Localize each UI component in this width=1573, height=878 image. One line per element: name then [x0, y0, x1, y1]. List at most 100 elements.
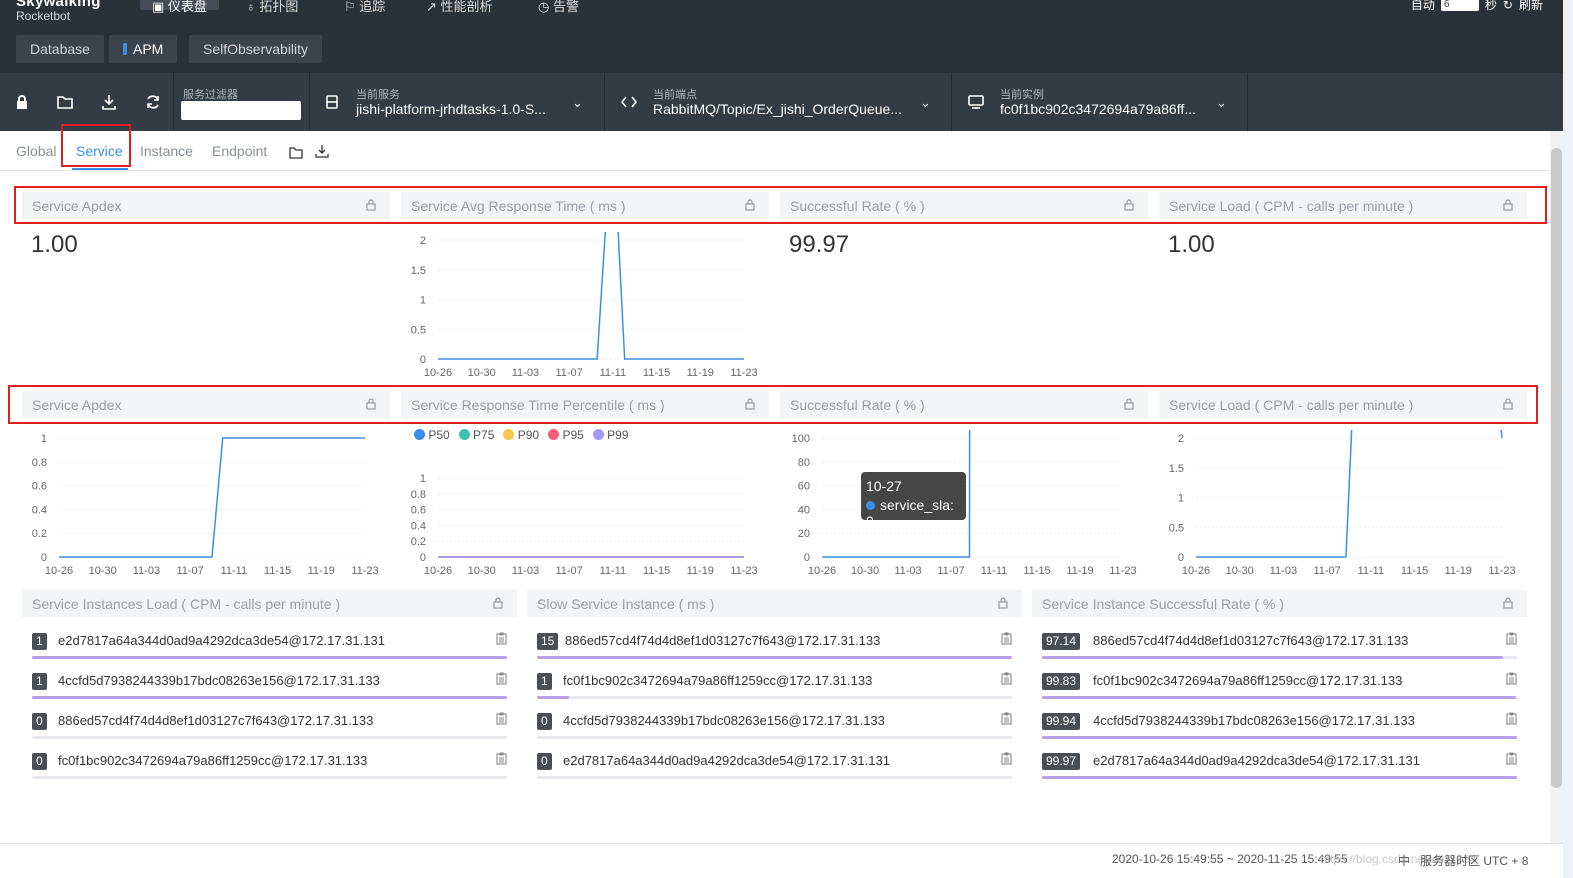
list-item[interactable]: 99.94 4ccfd5d7938244339b17bdc08263e156@17… — [1042, 708, 1517, 742]
instance-name: e2d7817a64a344d0ad9a4292dca3de54@172.17.… — [58, 633, 385, 648]
panel-header-apdex-2: Service Apdex — [22, 391, 390, 418]
tab-global[interactable]: Global — [16, 143, 56, 159]
tab-apm[interactable]: APM — [109, 35, 178, 63]
list-item[interactable]: 97.14 886ed57cd4f74d4d8ef1d03127c7f643@17… — [1042, 628, 1517, 662]
panel-header-load-2: Service Load ( CPM - calls per minute ) — [1159, 391, 1527, 418]
lock-icon[interactable] — [366, 198, 376, 214]
series-line — [59, 437, 365, 558]
folder-icon[interactable] — [55, 92, 75, 112]
lock-icon[interactable] — [1503, 397, 1513, 413]
scrollbar-thumb[interactable] — [1551, 148, 1562, 788]
list-item[interactable]: 1 4ccfd5d7938244339b17bdc08263e156@172.17… — [32, 668, 507, 702]
legend-p50[interactable]: P50 — [414, 428, 450, 442]
y-tick-label: 40 — [798, 504, 810, 516]
y-tick-label: 0.4 — [411, 520, 426, 532]
x-tick-label: 11-19 — [308, 565, 335, 577]
list-item[interactable]: 15 886ed57cd4f74d4d8ef1d03127c7f643@172.1… — [537, 628, 1012, 662]
clipboard-icon[interactable] — [1506, 712, 1517, 730]
y-tick-label: 0.2 — [411, 536, 426, 548]
reload-icon[interactable] — [143, 92, 163, 112]
tab-database[interactable]: Database — [16, 35, 104, 63]
endpoint-label: 当前端点 — [653, 89, 697, 101]
nav-topology[interactable]: ♁ 拓扑图 — [246, 0, 298, 15]
list-item[interactable]: 1 e2d7817a64a344d0ad9a4292dca3de54@172.17… — [32, 628, 507, 662]
server-icon — [966, 92, 986, 112]
clipboard-icon[interactable] — [1506, 672, 1517, 690]
clipboard-icon[interactable] — [1001, 632, 1012, 650]
refresh-icon[interactable]: ↻ — [1503, 0, 1513, 12]
nav-alarm[interactable]: ◷ 告警 — [538, 0, 579, 15]
clipboard-icon[interactable] — [1001, 672, 1012, 690]
list-item[interactable]: 99.97 e2d7817a64a344d0ad9a4292dca3de54@17… — [1042, 748, 1517, 782]
instance-name: fc0f1bc902c3472694a79a86ff1259cc@172.17.… — [58, 753, 368, 768]
auto-label: 自动 — [1410, 0, 1435, 12]
lock-icon[interactable] — [998, 596, 1008, 612]
trace-icon: ⚐ — [344, 0, 360, 14]
x-tick-label: 11-03 — [512, 367, 539, 379]
load-value: 1.00 — [1168, 231, 1215, 258]
timezone[interactable]: 中 服务器时区 UTC + 8 — [1398, 852, 1528, 869]
nav-trace[interactable]: ⚐ 追踪 — [344, 0, 385, 15]
tab-instance[interactable]: Instance — [140, 143, 193, 159]
auto-interval-input[interactable]: 6 — [1440, 0, 1479, 11]
list-item[interactable]: 0 886ed57cd4f74d4d8ef1d03127c7f643@172.17… — [32, 708, 507, 742]
list-item[interactable]: 1 fc0f1bc902c3472694a79a86ff1259cc@172.17… — [537, 668, 1012, 702]
language-toggle[interactable]: 中 — [1398, 854, 1410, 868]
lock-icon[interactable] — [12, 92, 32, 112]
lock-icon[interactable] — [1124, 198, 1134, 214]
lock-icon[interactable] — [493, 596, 503, 612]
legend-p75[interactable]: P75 — [458, 428, 494, 442]
x-tick-label: 10-26 — [424, 367, 452, 379]
clipboard-icon[interactable] — [1001, 752, 1012, 770]
download-icon[interactable] — [99, 92, 119, 112]
refresh-label[interactable]: 刷新 — [1519, 0, 1543, 13]
lock-icon[interactable] — [1503, 596, 1513, 612]
clipboard-icon[interactable] — [1506, 752, 1517, 770]
tab-service[interactable]: Service — [76, 143, 123, 159]
clipboard-icon[interactable] — [496, 632, 507, 650]
brand-subtitle: Rocketbot — [16, 9, 71, 23]
clipboard-icon[interactable] — [1001, 712, 1012, 730]
progress-track — [537, 736, 1012, 739]
toolbar: 服务过滤器 当前服务 jishi-platform-jrhdtasks-1.0-… — [0, 73, 1563, 131]
list-item[interactable]: 0 fc0f1bc902c3472694a79a86ff1259cc@172.17… — [32, 748, 507, 782]
series-line — [1196, 430, 1503, 558]
lock-icon[interactable] — [366, 397, 376, 413]
nav-profile[interactable]: ↗ 性能剖析 — [426, 0, 493, 15]
filter-label: 服务过滤器 — [183, 89, 238, 101]
progress-fill — [1042, 656, 1504, 659]
separator — [604, 73, 605, 131]
clipboard-icon[interactable] — [496, 672, 507, 690]
download-icon[interactable] — [315, 144, 329, 163]
clipboard-icon[interactable] — [496, 712, 507, 730]
x-tick-label: 11-03 — [512, 565, 539, 577]
tab-endpoint[interactable]: Endpoint — [212, 143, 267, 159]
tab-selfobservability[interactable]: SelfObservability — [189, 35, 323, 63]
avg-response-chart: 0 0.5 1 1.5 2 10-26 10-30 11-03 11-07 11-11 11-15 1… — [411, 232, 758, 379]
legend-p90[interactable]: P90 — [503, 428, 539, 442]
view-tabs: Global Service Instance Endpoint — [0, 131, 1563, 171]
lock-icon[interactable] — [1124, 397, 1134, 413]
instance-name: 4ccfd5d7938244339b17bdc08263e156@172.17.… — [1093, 713, 1415, 728]
lock-icon[interactable] — [745, 198, 755, 214]
lock-icon[interactable] — [1503, 198, 1513, 214]
value-badge: 99.94 — [1042, 713, 1081, 730]
x-tick-label: 11-11 — [1358, 565, 1385, 577]
legend-p99[interactable]: P99 — [592, 428, 629, 442]
clipboard-icon[interactable] — [1506, 632, 1517, 650]
value-badge: 99.83 — [1042, 673, 1081, 690]
value-badge: 99.97 — [1042, 753, 1081, 770]
list-item[interactable]: 99.83 fc0f1bc902c3472694a79a86ff1259cc@17… — [1042, 668, 1517, 702]
panel-header-list: Service Instance Successful Rate ( % ) — [1032, 590, 1527, 617]
list-item[interactable]: 0 e2d7817a64a344d0ad9a4292dca3de54@172.17… — [537, 748, 1012, 782]
list-item[interactable]: 0 4ccfd5d7938244339b17bdc08263e156@172.17… — [537, 708, 1012, 742]
time-range[interactable]: 2020-10-26 15:49:55 ~ 2020-11-25 15:49:5… — [1112, 852, 1348, 866]
legend-p95[interactable]: P95 — [548, 428, 584, 442]
clipboard-icon[interactable] — [496, 752, 507, 770]
nav-dashboard[interactable]: ▣ 仪表盘 — [140, 0, 219, 14]
folder-icon[interactable] — [289, 146, 303, 164]
service-filter-input[interactable] — [181, 101, 301, 120]
y-tick-label: 0.5 — [411, 324, 426, 336]
x-tick-label: 11-19 — [1066, 565, 1093, 577]
lock-icon[interactable] — [745, 397, 755, 413]
